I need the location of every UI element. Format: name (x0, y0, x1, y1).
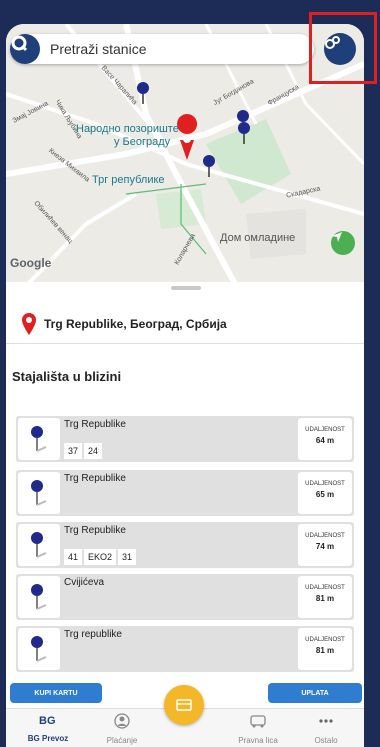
svg-text:BG: BG (39, 715, 56, 727)
line-chip[interactable]: EKO2 (84, 549, 117, 565)
app-frame: Васе Чарапића Змај Јовина Чика Љубина Кн… (6, 24, 364, 747)
nav-label: Pravna lica (238, 736, 278, 745)
line-chip[interactable]: 24 (84, 443, 103, 459)
distance-value: 74 m (315, 542, 335, 551)
selected-location[interactable]: Trg Republike, Београд, Србија (6, 304, 364, 344)
bus-stop-pin-icon (18, 628, 60, 670)
location-name: Trg Republike, Београд, Србија (44, 316, 227, 331)
nav-label: BG Prevoz (27, 734, 69, 743)
map-view[interactable]: Васе Чарапића Змај Јовина Чика Љубина Кн… (6, 24, 364, 286)
station-lines: 37 24 (64, 443, 104, 459)
line-chip[interactable]: 31 (118, 549, 137, 565)
drag-handle[interactable] (171, 286, 201, 290)
distance-box: UDALJENOST 65 m (298, 472, 352, 514)
search-input[interactable]: Pretraži stanice (50, 41, 146, 57)
station-name: Trg republike (64, 629, 122, 640)
bg-prevoz-logo-icon: BG (39, 715, 56, 727)
line-chip[interactable]: 37 (64, 443, 83, 459)
station-name: Trg Republike (64, 525, 126, 536)
settings-button[interactable] (324, 33, 356, 65)
distance-value: 81 m (315, 594, 335, 603)
nav-label: Plaćanje (106, 736, 138, 745)
distance-label: UDALJENOST (305, 637, 345, 643)
nav-item-more[interactable]: Ostalo (296, 713, 356, 745)
buy-ticket-button[interactable]: KUPI KARTU (10, 683, 102, 703)
user-icon (114, 713, 130, 729)
google-logo: Google (10, 256, 52, 270)
station-name: Cvijićeva (64, 577, 105, 588)
map-poi-label[interactable]: Народно позориште (76, 123, 179, 135)
map-poi-label[interactable]: Трг републике (92, 174, 165, 186)
bus-stop-pin-icon (18, 418, 60, 460)
distance-value: 64 m (315, 436, 335, 445)
distance-value: 65 m (315, 490, 335, 499)
nav-item-home[interactable]: BG BG Prevoz (18, 713, 78, 743)
map-poi-label[interactable]: у Београду (114, 136, 170, 148)
distance-box: UDALJENOST 81 m (298, 628, 352, 670)
distance-label: UDALJENOST (305, 533, 345, 539)
station-lines: 41 EKO2 31 (64, 549, 138, 565)
station-name: Trg Republike (64, 473, 126, 484)
nav-item-payment[interactable]: Plaćanje (92, 713, 152, 745)
nav-label: Ostalo (314, 736, 338, 745)
more-dots-icon (319, 719, 333, 723)
station-card[interactable]: Trg Republike 41 EKO2 31 UDALJENOST 74 m (16, 522, 354, 568)
station-card[interactable]: Trg Republike 37 24 UDALJENOST 64 m (16, 416, 354, 462)
distance-label: UDALJENOST (305, 481, 345, 487)
station-card[interactable]: Cvijićeva UDALJENOST 81 m (16, 574, 354, 620)
nav-item-legal[interactable]: Pravna lica (228, 713, 288, 745)
navigation-arrow-icon (332, 232, 342, 242)
bus-stop-pin-icon (18, 472, 60, 514)
ticket-icon (176, 699, 192, 711)
ticket-fab-button[interactable] (164, 685, 204, 725)
locate-button[interactable] (331, 231, 355, 255)
distance-box: UDALJENOST 74 m (298, 524, 352, 566)
distance-label: UDALJENOST (305, 427, 345, 433)
distance-box: UDALJENOST 81 m (298, 576, 352, 618)
bottom-sheet: Trg Republike, Београд, Србија Stajališt… (6, 282, 364, 747)
bus-stop-pin-icon (18, 524, 60, 566)
distance-label: UDALJENOST (305, 585, 345, 591)
nearby-title: Stajališta u blizini (12, 369, 122, 384)
station-card[interactable]: Trg Republike UDALJENOST 65 m (16, 470, 354, 516)
line-chip[interactable]: 41 (64, 549, 83, 565)
map-poi-label[interactable]: Дом омладине (220, 232, 295, 244)
bus-group-icon (250, 715, 266, 728)
station-card[interactable]: Trg republike UDALJENOST 81 m (16, 626, 354, 672)
search-bar[interactable]: Pretraži stanice (10, 34, 314, 64)
settings-gears-icon (325, 36, 340, 49)
distance-box: UDALJENOST 64 m (298, 418, 352, 460)
bus-stop-pin-icon (18, 576, 60, 618)
distance-value: 81 m (315, 646, 335, 655)
payment-button[interactable]: UPLATA (268, 683, 362, 703)
station-name: Trg Republike (64, 419, 126, 430)
location-pin-icon (22, 312, 36, 335)
app-logo-icon (10, 34, 40, 64)
bottom-nav: BG BG Prevoz Plaćanje Pravna lica Ostalo (6, 685, 364, 747)
